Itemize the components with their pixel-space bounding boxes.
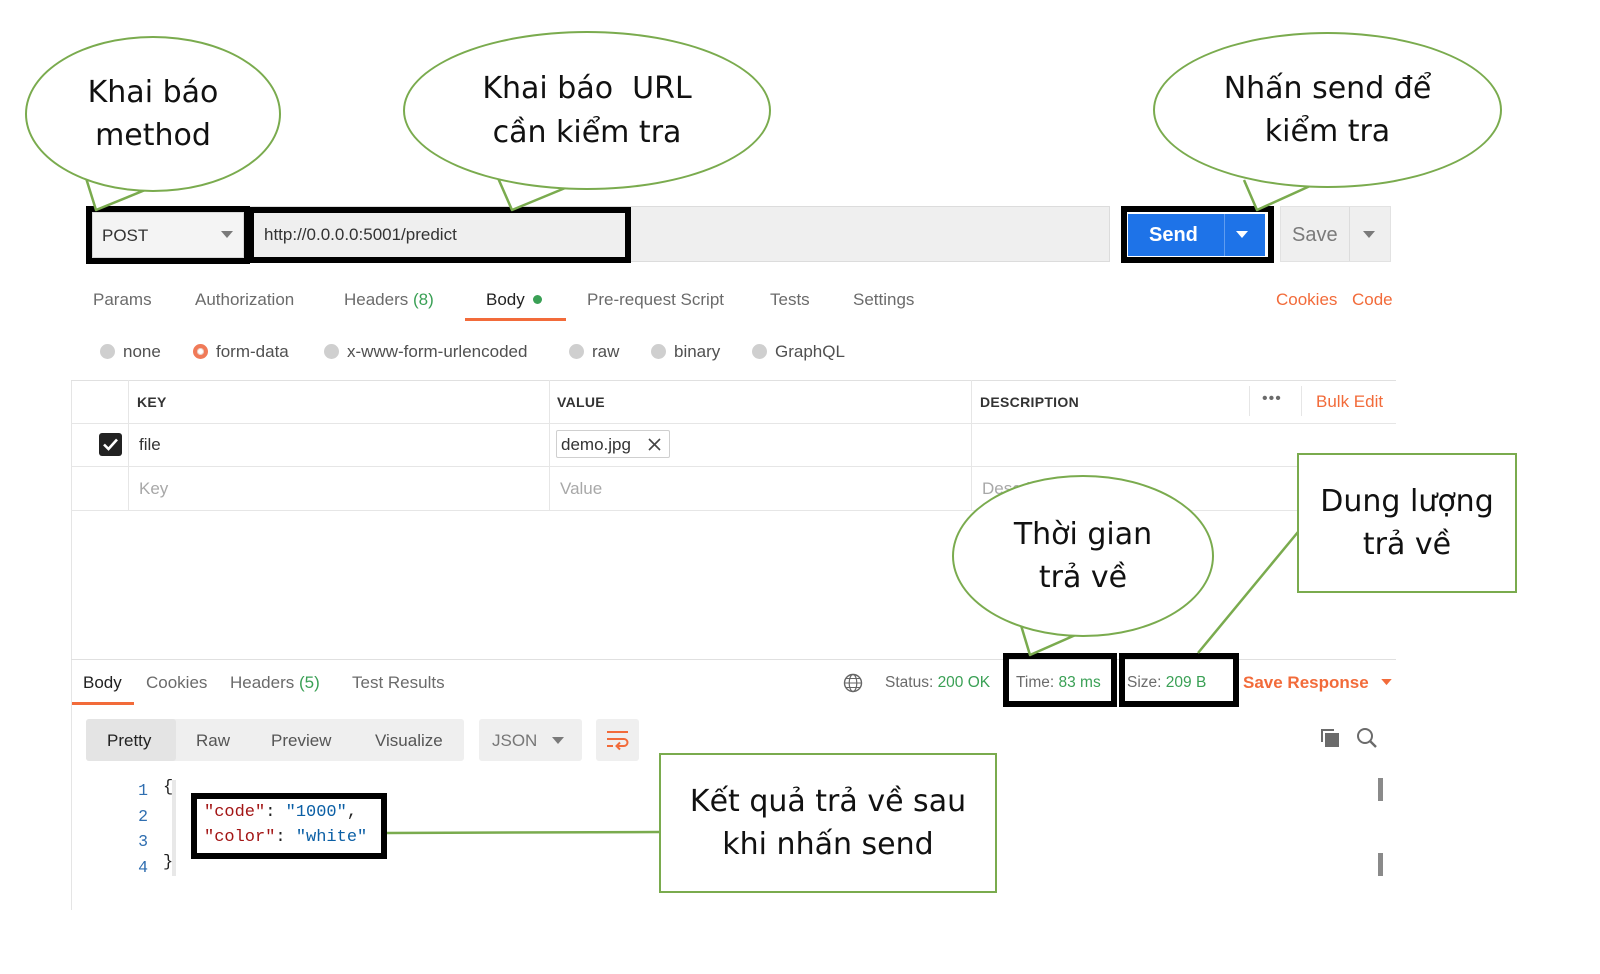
annotation-line: trả về xyxy=(1362,527,1452,562)
annotation-size: Dung lượng trả về xyxy=(1297,453,1517,593)
annotation-line: Khai báo URL xyxy=(482,71,692,106)
annotation-line: method xyxy=(95,118,211,153)
annotation-send: Nhấn send để kiểm tra xyxy=(1153,32,1502,188)
annotation-line: Thời gian xyxy=(1013,516,1153,552)
annotation-line: Kết quả trả về sau xyxy=(689,783,967,819)
annotation-line: Nhấn send để xyxy=(1223,70,1432,106)
annotation-line: trả về xyxy=(1038,560,1128,595)
annotation-result: Kết quả trả về sau khi nhấn send xyxy=(659,753,997,893)
annotation-line: cần kiểm tra xyxy=(492,114,682,150)
annotation-line: kiểm tra xyxy=(1264,114,1391,149)
annotation-line: khi nhấn send xyxy=(722,827,934,862)
annotation-method: Khai báo method xyxy=(25,36,281,192)
annotation-url: Khai báo URL cần kiểm tra xyxy=(403,31,771,190)
annotation-line: Khai báo xyxy=(87,74,219,110)
annotation-line: Dung lượng xyxy=(1320,483,1494,519)
annotation-time: Thời gian trả về xyxy=(952,475,1214,637)
